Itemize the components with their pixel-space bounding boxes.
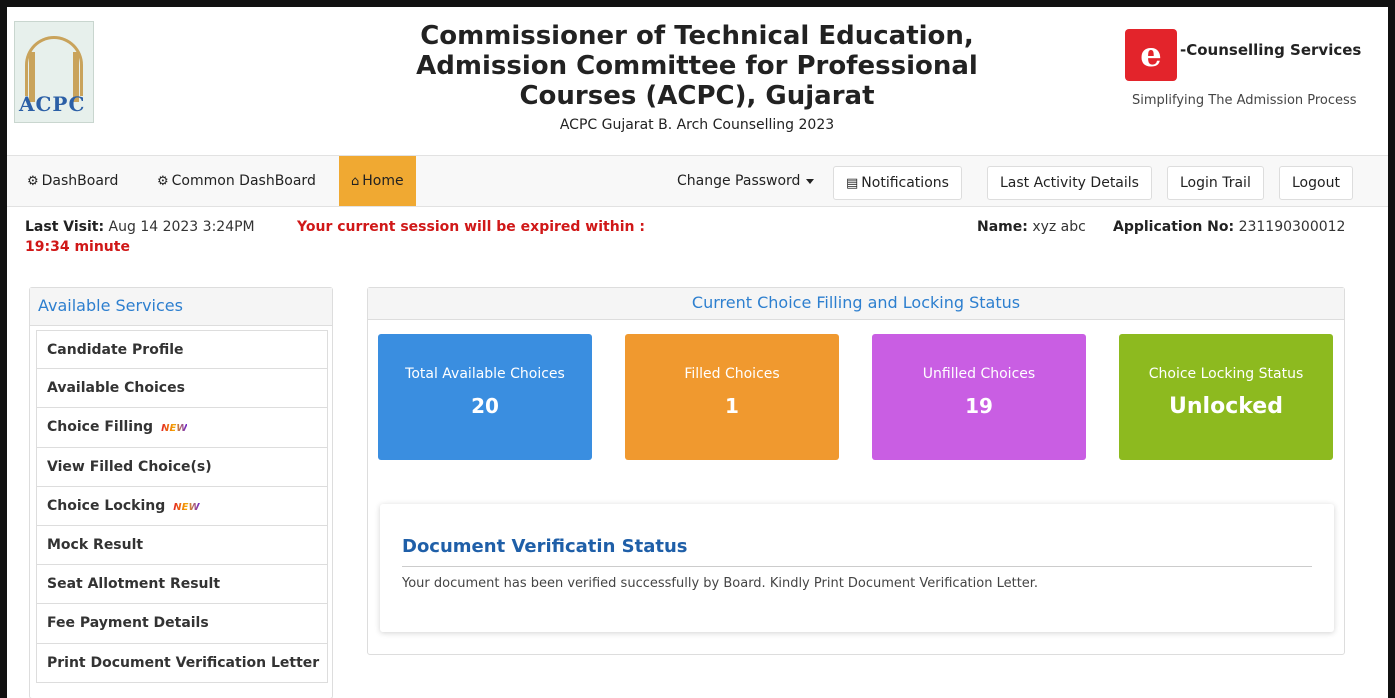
services-title: Available Services	[30, 288, 332, 326]
service-label: Fee Payment Details	[47, 615, 209, 632]
service-label: Print Document Verification Letter	[47, 654, 320, 671]
card-label: Filled Choices	[684, 366, 780, 382]
last-activity-label: Last Activity Details	[1000, 175, 1139, 191]
card-value: 20	[471, 394, 499, 418]
service-label: Choice Filling	[47, 419, 154, 436]
service-label: Choice Locking	[47, 497, 166, 514]
services-list: Candidate Profile Available Choices Choi…	[36, 330, 328, 683]
notifications-button[interactable]: ▤ Notifications	[833, 166, 962, 200]
app-label: Application No:	[1113, 219, 1235, 235]
caret-down-icon	[806, 178, 815, 184]
service-label: View Filled Choice(s)	[47, 458, 212, 475]
service-label: Mock Result	[47, 536, 144, 553]
title-block: Commissioner of Technical Education, Adm…	[327, 21, 1067, 133]
login-trail-label: Login Trail	[1180, 175, 1251, 191]
nav-common-dashboard[interactable]: ⚙ Common DashBoard	[157, 156, 316, 206]
login-trail-button[interactable]: Login Trail	[1167, 166, 1264, 200]
ecs-name: -Counselling Services	[1180, 41, 1362, 59]
new-badge: NEW	[173, 501, 200, 513]
card-choice-locking-status: Choice Locking Status Unlocked	[1119, 334, 1333, 460]
divider	[402, 566, 1312, 567]
service-label: Candidate Profile	[47, 342, 184, 358]
name-value: xyz abc	[1032, 219, 1086, 235]
user-name: Name: xyz abc	[977, 219, 1086, 235]
nav-dashboard[interactable]: ⚙ DashBoard	[27, 156, 118, 206]
document-verification-box: Document Verificatin Status Your documen…	[380, 504, 1334, 632]
session-message: Your current session will be expired wit…	[297, 219, 645, 235]
service-print-verification-letter[interactable]: Print Document Verification Letter	[36, 643, 328, 683]
card-unfilled-choices: Unfilled Choices 19	[872, 334, 1086, 460]
new-badge: NEW	[161, 423, 188, 435]
logo-text: ACPC	[19, 92, 86, 116]
card-value: 19	[965, 394, 993, 418]
change-password-label: Change Password	[677, 173, 801, 189]
last-activity-button[interactable]: Last Activity Details	[987, 166, 1152, 200]
app-value: 231190300012	[1238, 219, 1346, 235]
title-line-3: Courses (ACPC), Gujarat	[519, 81, 875, 111]
dashboard-icon: ⚙	[27, 174, 39, 189]
service-choice-filling[interactable]: Choice Filling NEW	[36, 408, 328, 448]
notifications-label: Notifications	[861, 175, 949, 191]
page-subtitle: ACPC Gujarat B. Arch Counselling 2023	[559, 117, 835, 133]
card-total-available-choices: Total Available Choices 20	[378, 334, 592, 460]
navbar: ⚙ DashBoard ⚙ Common DashBoard ⌂ Home Chang…	[7, 155, 1388, 207]
choice-status-panel: Current Choice Filling and Locking Statu…	[367, 287, 1345, 655]
service-fee-payment-details[interactable]: Fee Payment Details	[36, 604, 328, 644]
session-timer: 19:34 minute	[25, 239, 130, 255]
ecs-tagline: Simplifying The Admission Process	[1132, 93, 1357, 108]
service-available-choices[interactable]: Available Choices	[36, 369, 328, 409]
doc-message: Your document has been verified successf…	[402, 576, 1039, 591]
title-line-1: Commissioner of Technical Education,	[420, 21, 974, 51]
nav-home-label: Home	[362, 173, 404, 189]
card-label: Total Available Choices	[405, 366, 565, 382]
application-number: Application No: 231190300012	[1113, 219, 1345, 235]
service-candidate-profile[interactable]: Candidate Profile	[36, 330, 328, 370]
nav-change-password[interactable]: Change Password	[677, 156, 815, 206]
service-seat-allotment-result[interactable]: Seat Allotment Result	[36, 565, 328, 605]
dashboard-icon: ⚙	[157, 174, 169, 189]
logout-button[interactable]: Logout	[1279, 166, 1353, 200]
status-title: Current Choice Filling and Locking Statu…	[368, 288, 1344, 320]
last-visit-label: Last Visit:	[25, 219, 105, 235]
nav-dashboard-label: DashBoard	[41, 173, 119, 189]
name-label: Name:	[977, 219, 1028, 235]
nav-common-dashboard-label: Common DashBoard	[171, 173, 316, 189]
card-value: Unlocked	[1169, 394, 1283, 419]
nav-home[interactable]: ⌂ Home	[339, 156, 416, 206]
service-choice-locking[interactable]: Choice Locking NEW	[36, 486, 328, 526]
logout-label: Logout	[1292, 175, 1340, 191]
card-value: 1	[725, 394, 739, 418]
page-frame: ACPC Commissioner of Technical Education…	[0, 0, 1395, 698]
available-services-panel: Available Services Candidate Profile Ava…	[29, 287, 333, 698]
service-mock-result[interactable]: Mock Result	[36, 525, 328, 566]
acpc-logo: ACPC	[14, 21, 94, 123]
e-logo-icon: e	[1125, 29, 1177, 81]
title-line-2: Admission Committee for Professional	[416, 51, 978, 81]
card-filled-choices: Filled Choices 1	[625, 334, 839, 460]
service-label: Seat Allotment Result	[47, 576, 221, 593]
card-label: Choice Locking Status	[1148, 366, 1304, 382]
newspaper-icon: ▤	[846, 176, 859, 191]
last-visit: Last Visit: Aug 14 2023 3:24PM 19:34 min…	[25, 219, 255, 255]
doc-title: Document Verificatin Status	[402, 536, 688, 557]
service-label: Available Choices	[47, 380, 185, 397]
last-visit-value: Aug 14 2023 3:24PM	[108, 219, 255, 235]
card-label: Unfilled Choices	[922, 366, 1036, 382]
header: ACPC Commissioner of Technical Education…	[7, 7, 1388, 155]
service-view-filled-choices[interactable]: View Filled Choice(s)	[36, 447, 328, 487]
home-icon: ⌂	[351, 174, 360, 189]
